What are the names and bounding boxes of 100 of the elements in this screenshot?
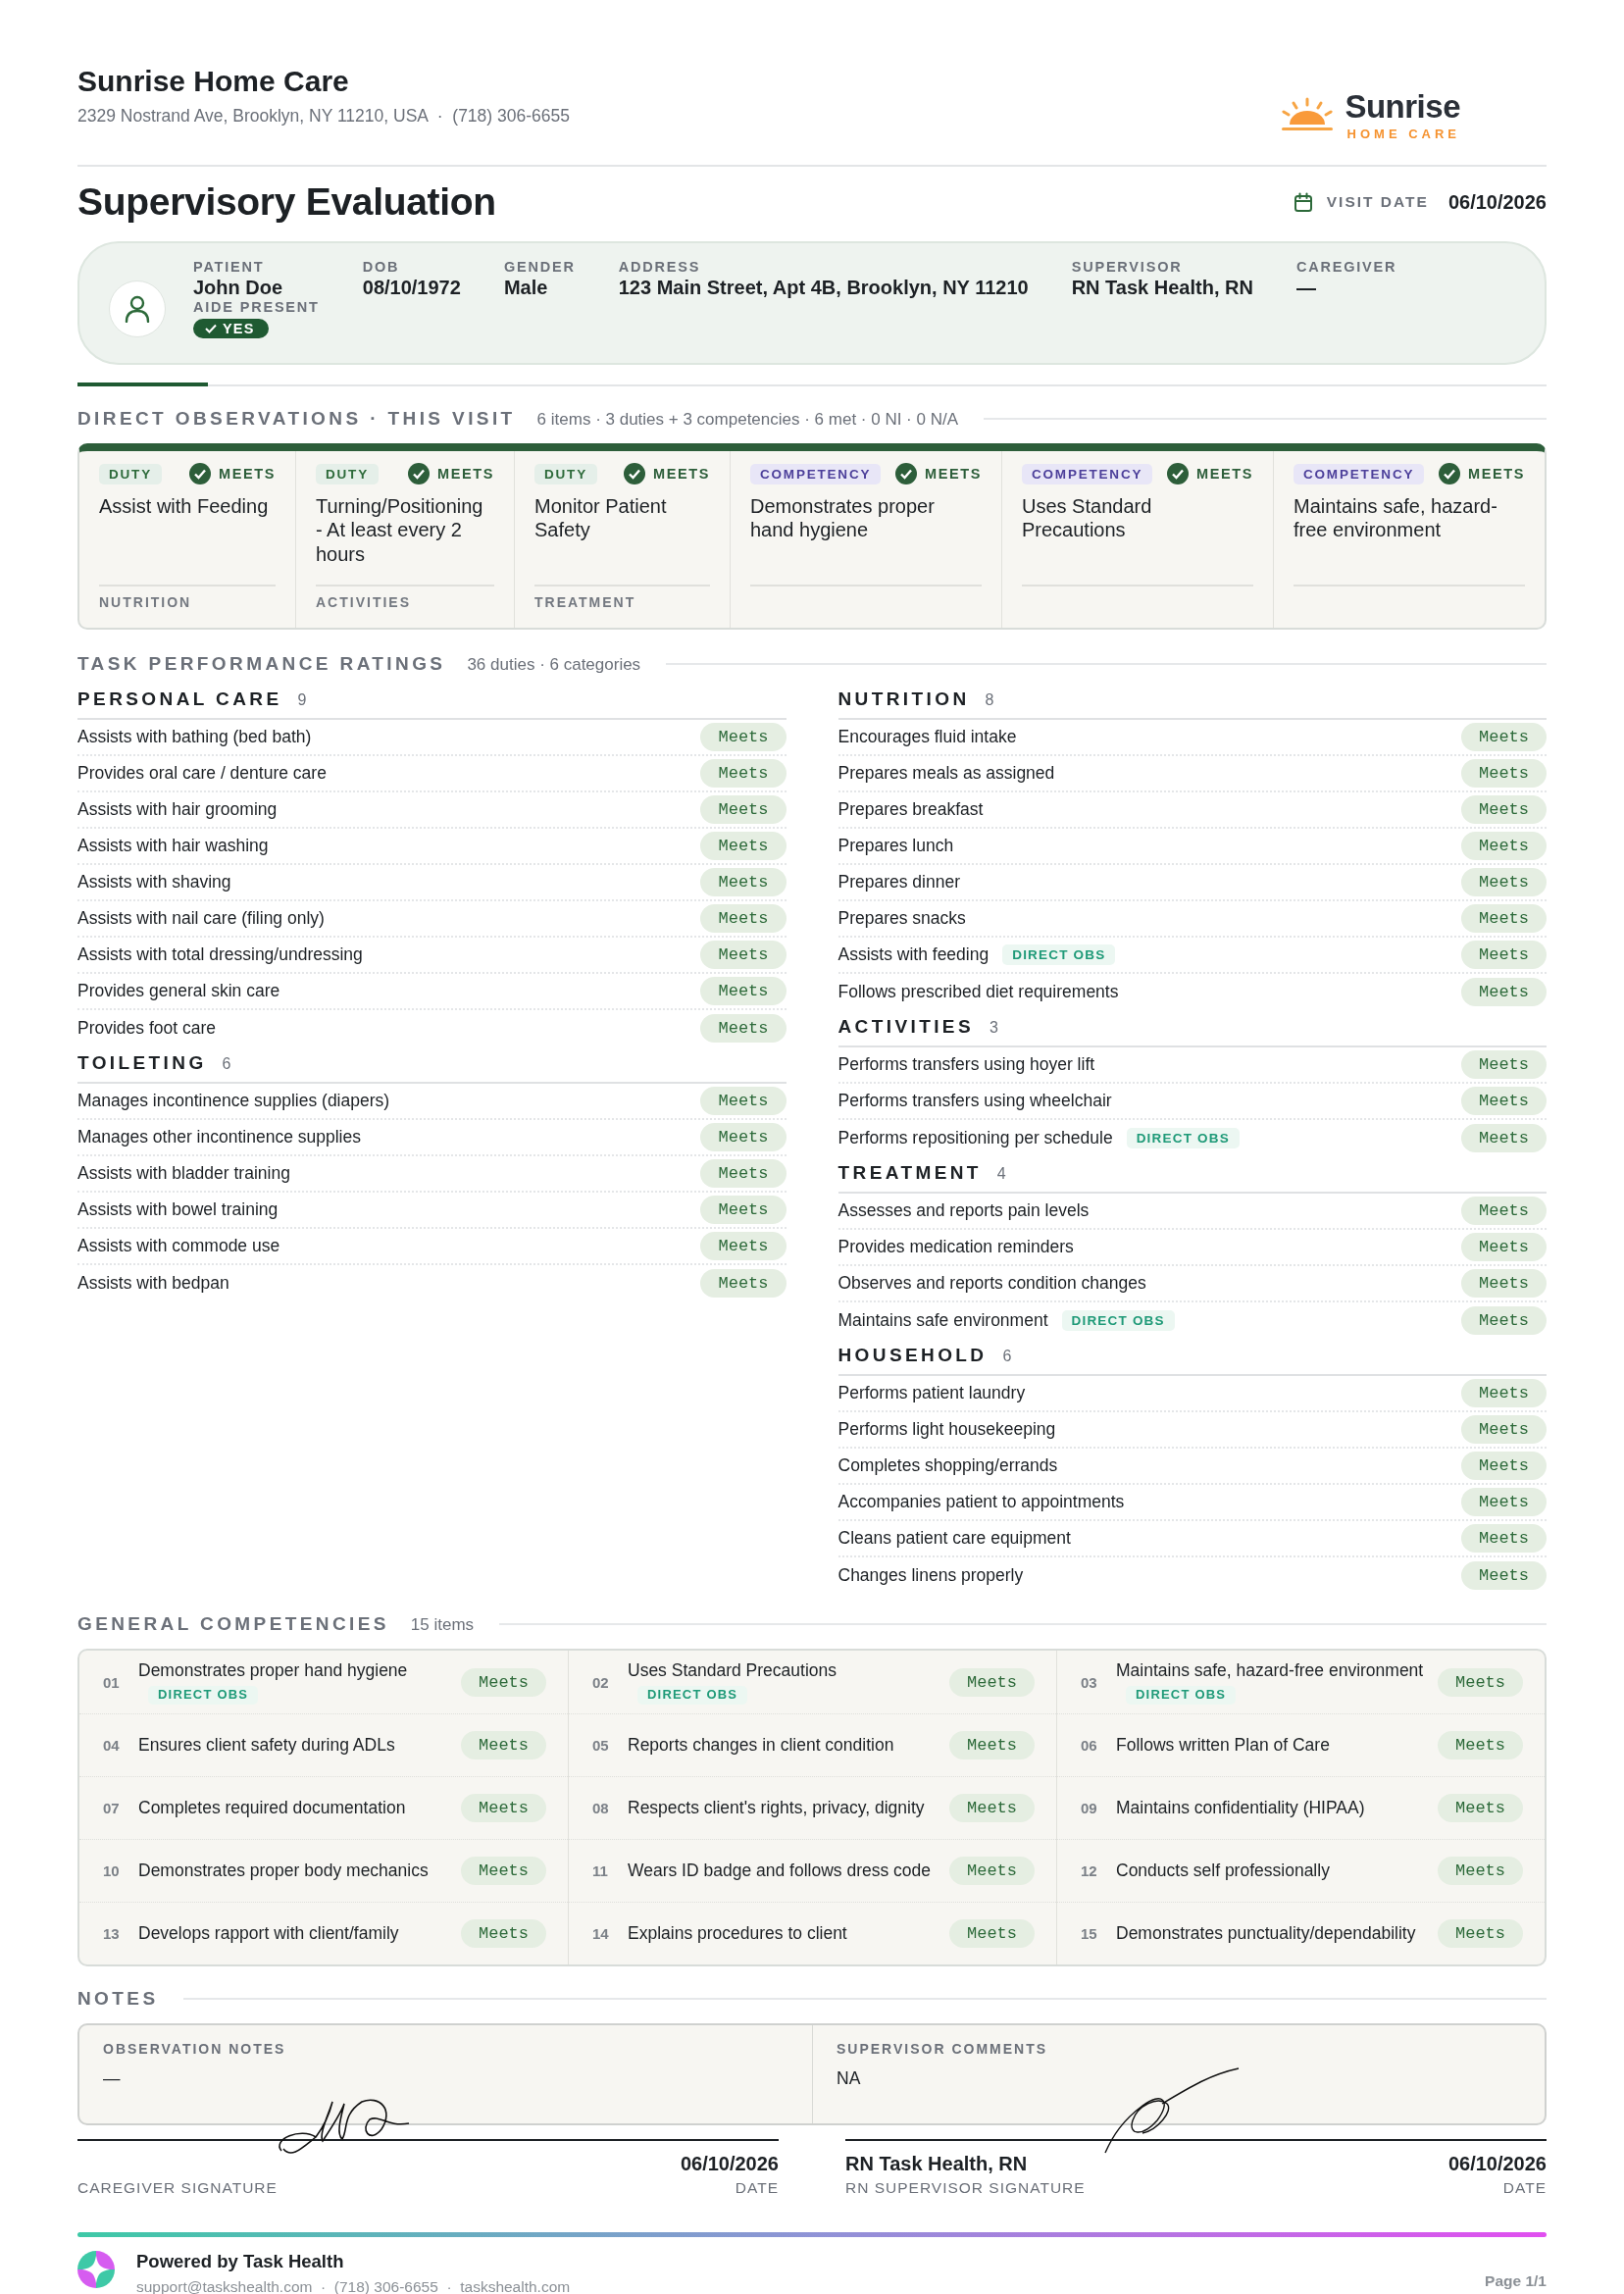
type-tag: DUTY <box>316 463 379 484</box>
signature-date: 06/10/2026 <box>1447 2153 1547 2175</box>
duty-name: Assists with total dressing/undressing <box>77 944 363 965</box>
notes-label: SUPERVISOR COMMENTS <box>837 2041 1049 2057</box>
page-number: Page 1/1 <box>1485 2272 1547 2290</box>
category-title: PERSONAL CARE <box>77 688 282 710</box>
rating-pill: Meets <box>1438 1667 1523 1697</box>
rating-pill: Meets <box>700 977 787 1005</box>
duty-name: Accompanies patient to appointments <box>837 1492 1125 1512</box>
category-label: TREATMENT <box>534 594 636 610</box>
item-number: 14 <box>592 1925 610 1942</box>
direct-obs-tag: DIRECT OBS <box>1002 944 1116 965</box>
rating-pill: Meets <box>1461 941 1547 969</box>
status-label: MEETS <box>925 466 982 482</box>
observation-title: Uses Standard Precautions <box>1022 494 1153 543</box>
field-value: Male <box>503 277 549 299</box>
item-number: 01 <box>103 1673 121 1691</box>
rating-pill: Meets <box>949 1794 1035 1822</box>
duty-name: Completes shopping/errands <box>837 1455 1058 1476</box>
competency-name: Reports changes in client condition <box>628 1735 894 1756</box>
item-number: 03 <box>1081 1673 1098 1691</box>
type-tag: COMPETENCY <box>1294 463 1425 484</box>
section-summary: 36 duties · 6 categories <box>467 655 641 675</box>
item-number: 02 <box>592 1673 610 1691</box>
type-tag: COMPETENCY <box>750 463 882 484</box>
powered-by: Powered by Task Health <box>136 2251 345 2272</box>
section-summary: 15 items <box>410 1615 475 1635</box>
logo-name: Sunrise <box>1345 90 1460 123</box>
duty-name: Performs repositioning per schedule <box>837 1128 1113 1148</box>
section-summary: 6 items · 3 duties + 3 competencies · 6 met · 0 NI · 0 N/A <box>536 410 959 430</box>
duty-name: Performs transfers using wheelchair <box>837 1091 1112 1111</box>
observation-title: Assist with Feeding <box>99 494 270 519</box>
competency-name: Maintains safe, hazard-free environment <box>1116 1660 1424 1681</box>
category-title: ACTIVITIES <box>837 1016 974 1038</box>
rating-pill: Meets <box>700 941 787 969</box>
duty-name: Prepares snacks <box>837 908 966 929</box>
status-label: MEETS <box>219 466 276 482</box>
duty-name: Cleans patient care equipment <box>837 1528 1071 1549</box>
type-tag: DUTY <box>534 463 597 484</box>
rating-pill: Meets <box>1461 1269 1547 1298</box>
field-value: — <box>1295 277 1317 299</box>
duty-name: Assists with feeding <box>837 944 990 965</box>
competency-name: Respects client's rights, privacy, dignity <box>628 1798 925 1818</box>
rating-pill: Meets <box>1461 1124 1547 1152</box>
category-title: NUTRITION <box>837 688 970 710</box>
sparkle-logo-icon <box>77 2251 115 2288</box>
rating-pill: Meets <box>1461 978 1547 1006</box>
competency-name: Ensures client safety during ADLs <box>138 1735 395 1756</box>
competency-name: Demonstrates proper hand hygiene <box>138 1660 408 1681</box>
person-icon <box>125 295 150 323</box>
page-title: Supervisory Evaluation <box>77 180 496 224</box>
section-title: DIRECT OBSERVATIONS · THIS VISIT <box>77 408 516 430</box>
duty-name: Provides foot care <box>77 1018 217 1039</box>
calendar-icon <box>1293 191 1313 213</box>
status-label: MEETS <box>437 466 494 482</box>
signature-label: CAREGIVER SIGNATURE <box>77 2179 278 2197</box>
section-title: GENERAL COMPETENCIES <box>77 1613 389 1635</box>
rating-pill: Meets <box>949 1857 1035 1885</box>
type-tag: COMPETENCY <box>1022 463 1153 484</box>
visit-date: 06/10/2026 <box>1447 190 1547 214</box>
status-label: MEETS <box>1468 466 1525 482</box>
duty-name: Observes and reports condition changes <box>837 1273 1146 1294</box>
duty-name: Performs patient laundry <box>837 1383 1026 1403</box>
rating-pill: Meets <box>1461 1561 1547 1590</box>
direct-obs-tag: DIRECT OBS <box>637 1685 748 1705</box>
category-title: TREATMENT <box>837 1162 982 1184</box>
field-label: CAREGIVER <box>1295 259 1397 275</box>
observation-title: Demonstrates proper hand hygiene <box>750 494 936 543</box>
rating-pill: Meets <box>1461 1488 1547 1516</box>
category-title: TOILETING <box>77 1052 207 1074</box>
duty-name: Prepares lunch <box>837 836 954 856</box>
rating-pill: Meets <box>700 1087 787 1115</box>
duty-name: Changes linens properly <box>837 1565 1024 1586</box>
duty-name: Encourages fluid intake <box>837 727 1017 747</box>
duty-name: Provides general skin care <box>77 981 280 1001</box>
date-label: DATE <box>1502 2179 1547 2197</box>
category-count: 6 <box>1002 1348 1012 1365</box>
category-count: 8 <box>985 691 994 709</box>
notes-label: OBSERVATION NOTES <box>103 2041 287 2057</box>
item-number: 15 <box>1081 1925 1098 1942</box>
rating-pill: Meets <box>700 1232 787 1260</box>
field-label: DOB <box>362 259 401 275</box>
rating-pill: Meets <box>1461 1379 1547 1407</box>
rating-pill: Meets <box>700 1159 787 1188</box>
rating-pill: Meets <box>1461 832 1547 860</box>
type-tag: DUTY <box>99 463 162 484</box>
competency-name: Demonstrates punctuality/dependability <box>1116 1923 1416 1944</box>
competency-name: Develops rapport with client/family <box>138 1923 399 1944</box>
category-title: HOUSEHOLD <box>837 1345 988 1366</box>
section-title: NOTES <box>77 1988 159 2010</box>
item-number: 09 <box>1081 1800 1098 1816</box>
item-number: 04 <box>103 1737 121 1754</box>
rating-pill: Meets <box>700 868 787 896</box>
rating-pill: Meets <box>1438 1919 1523 1948</box>
signature-label: RN SUPERVISOR SIGNATURE <box>845 2179 1086 2197</box>
rating-pill: Meets <box>700 904 787 933</box>
field-value: 123 Main Street, Apt 4B, Brooklyn, NY 11210 <box>618 277 1029 299</box>
rating-pill: Meets <box>461 1919 546 1948</box>
rating-pill: Meets <box>700 832 787 860</box>
duty-name: Assists with bladder training <box>77 1163 290 1184</box>
